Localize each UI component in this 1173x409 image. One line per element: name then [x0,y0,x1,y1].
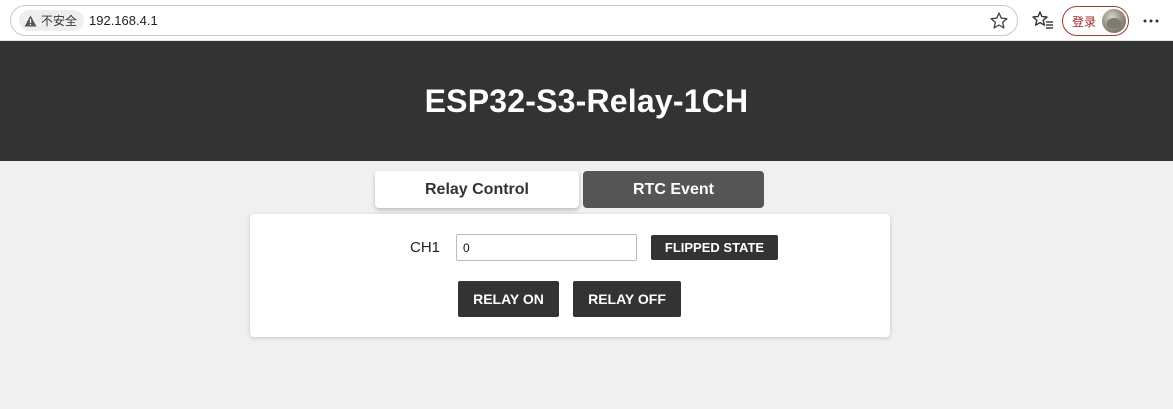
address-bar[interactable]: 不安全 192.168.4.1 [10,5,1018,36]
page-title: ESP32-S3-Relay-1CH [424,82,749,119]
login-button[interactable]: 登录 [1062,6,1129,36]
page-header: ESP32-S3-Relay-1CH [0,41,1173,161]
security-indicator[interactable]: 不安全 [19,10,85,31]
more-options-icon[interactable] [1142,12,1160,30]
login-label: 登录 [1072,14,1097,29]
relay-control-panel: CH1 0 FLIPPED STATE RELAY ON RELAY OFF [250,214,890,337]
warning-icon [24,15,37,26]
channel-label: CH1 [410,239,441,256]
security-label: 不安全 [41,14,78,28]
favorites-icon[interactable] [1032,10,1054,30]
flipped-state-button[interactable]: FLIPPED STATE [651,235,778,260]
channel-state-input[interactable]: 0 [456,234,637,261]
tab-rtc-event[interactable]: RTC Event [583,171,764,208]
tab-relay-control[interactable]: Relay Control [375,171,579,208]
avatar [1102,9,1126,33]
bookmark-star-icon[interactable] [989,11,1009,31]
relay-off-button[interactable]: RELAY OFF [573,281,681,317]
browser-toolbar: 不安全 192.168.4.1 登录 [0,0,1173,41]
relay-on-button[interactable]: RELAY ON [458,281,559,317]
url-text[interactable]: 192.168.4.1 [89,13,158,28]
